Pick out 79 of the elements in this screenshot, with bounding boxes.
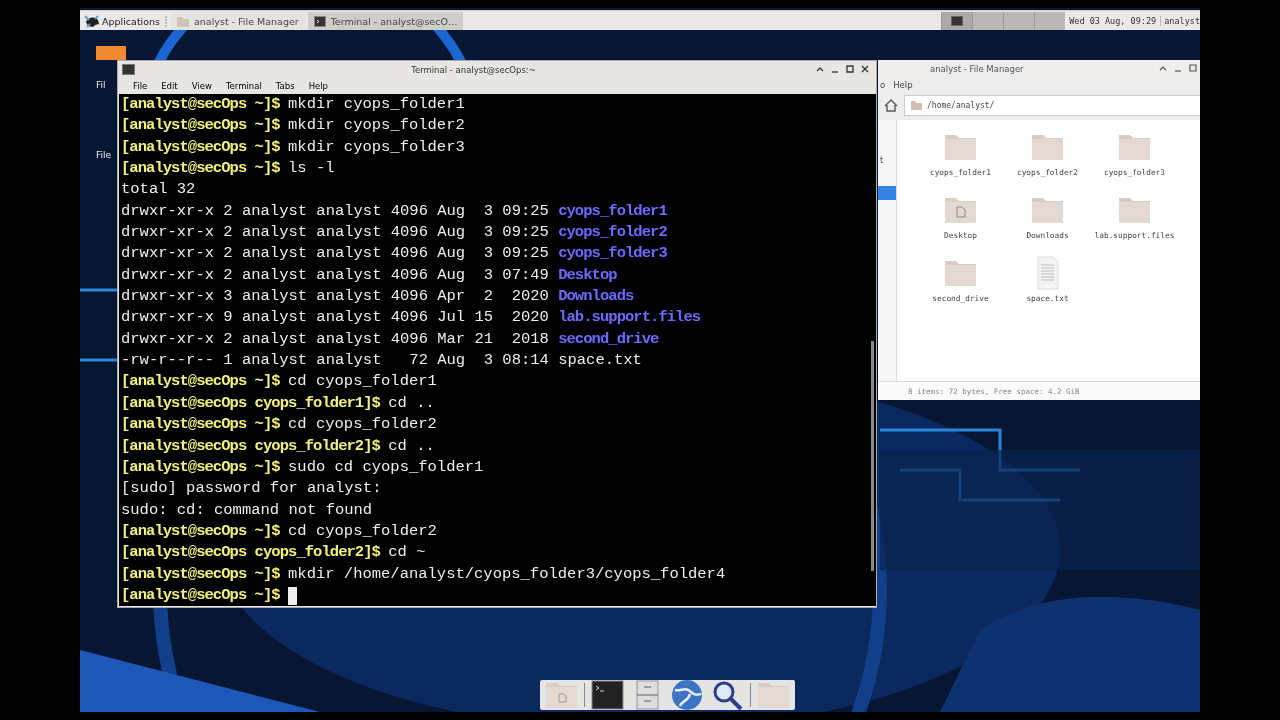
separator-handle-icon	[164, 15, 169, 27]
command-text: ls -l	[288, 158, 335, 180]
maximize-icon[interactable]	[844, 63, 855, 74]
shell-prompt: [analyst@secOps ~]$	[121, 584, 281, 606]
menu-item[interactable]: Edit	[154, 81, 185, 91]
directory-name: cyops_folder3	[558, 243, 667, 265]
output-text: drwxr-xr-x 2 analyst analyst 4096 Mar 21 2018	[121, 328, 550, 350]
menu-item[interactable]: Tabs	[268, 81, 302, 91]
maximize-icon[interactable]	[1187, 63, 1198, 73]
globe-icon[interactable]	[670, 678, 705, 712]
workspace-button[interactable]	[941, 12, 973, 30]
close-icon[interactable]	[859, 63, 870, 74]
shell-prompt: [analyst@secOps cyops_folder2]$	[121, 542, 382, 564]
terminal-icon[interactable]	[590, 678, 625, 712]
command-text: cd cyops_folder1	[288, 371, 437, 393]
home-icon[interactable]	[884, 98, 898, 112]
menu-item[interactable]: File	[126, 81, 155, 91]
directory-name: cyops_folder1	[558, 200, 667, 222]
application-icon	[96, 46, 126, 60]
output-text: drwxr-xr-x 3 analyst analyst 4096 Apr 2 2020	[121, 286, 550, 308]
menu-item[interactable]: View	[184, 81, 219, 91]
command-text: mkdir cyops_folder1	[288, 94, 465, 115]
command-text: cd ..	[388, 435, 435, 457]
taskbar-button[interactable]: analyst - File Manager	[171, 12, 305, 30]
window-title: analyst - File Manager	[930, 63, 1025, 74]
command-text: cd ..	[388, 392, 435, 414]
output-text: [sudo] password for analyst:	[121, 478, 382, 500]
location-field[interactable]: /home/analyst/	[904, 94, 1200, 116]
shell-prompt: [analyst@secOps ~]$	[121, 371, 281, 393]
desktop-icon-label[interactable]: Fil	[96, 80, 106, 90]
shell-prompt: [analyst@secOps cyops_folder2]$	[121, 435, 382, 457]
shell-prompt: [analyst@secOps ~]$	[121, 94, 281, 115]
window-title: Terminal - analyst@secOps:~	[410, 64, 537, 75]
command-text: mkdir cyops_folder2	[288, 115, 465, 137]
output-text: drwxr-xr-x 2 analyst analyst 4096 Aug 3 09:25	[121, 243, 550, 265]
taskbar-button[interactable]: Terminal - analyst@secO…	[307, 12, 464, 30]
shell-prompt: [analyst@secOps cyops_folder1]$	[121, 392, 382, 414]
menu-item[interactable]: Help	[893, 80, 913, 90]
shell-prompt: [analyst@secOps ~]$	[121, 136, 281, 158]
terminal-icon	[122, 64, 135, 75]
menu-item[interactable]: Help	[301, 81, 335, 91]
clock-text[interactable]: Wed 03 Aug, 09:29	[1065, 16, 1161, 26]
sidebar-item[interactable]: t	[878, 156, 896, 170]
folder-icon	[911, 100, 922, 110]
user-menu[interactable]: analyst	[1160, 16, 1200, 26]
output-text: drwxr-xr-x 2 analyst analyst 4096 Aug 3 09:25	[121, 200, 550, 222]
command-text: sudo cd cyops_folder1	[288, 456, 484, 478]
output-text: total 32	[121, 179, 196, 201]
shell-prompt: [analyst@secOps ~]$	[121, 158, 281, 180]
output-text: drwxr-xr-x 2 analyst analyst 4096 Aug 3 09:25	[121, 222, 550, 244]
command-text: cd ~	[388, 542, 426, 564]
command-text: mkdir cyops_folder3	[288, 136, 465, 158]
file-name: space.txt	[558, 350, 642, 372]
shell-prompt: [analyst@secOps ~]$	[121, 456, 281, 478]
terminal-icon	[951, 16, 964, 26]
desktop-icon-label[interactable]: File	[96, 150, 112, 160]
applications-menu[interactable]: Applications	[80, 11, 165, 31]
shell-prompt: [analyst@secOps ~]$	[121, 563, 281, 585]
mouse-logo-icon	[84, 14, 100, 28]
command-text: cd cyops_folder2	[288, 520, 437, 542]
scrollbar[interactable]	[871, 341, 874, 571]
menu-item[interactable]: o	[880, 80, 886, 90]
output-text: drwxr-xr-x 9 analyst analyst 4096 Jul 15 2020	[121, 307, 550, 329]
directory-name: cyops_folder2	[558, 222, 667, 244]
directory-name: Desktop	[558, 264, 617, 286]
shell-prompt: [analyst@secOps ~]$	[121, 115, 281, 137]
output-text: -rw-r--r-- 1 analyst analyst 72 Aug 3 08:14	[121, 350, 550, 372]
output-text: sudo: cd: command not found	[121, 499, 373, 521]
directory-name: second_drive	[558, 328, 659, 350]
command-text: cd cyops_folder2	[288, 414, 437, 436]
shell-prompt: [analyst@secOps ~]$	[121, 520, 281, 542]
output-text: drwxr-xr-x 2 analyst analyst 4096 Aug 3 07:49	[121, 264, 550, 286]
shell-prompt: [analyst@secOps ~]$	[121, 414, 281, 436]
command-text: mkdir /home/analyst/cyops_folder3/cyops_folder4	[288, 563, 726, 585]
folder-icon	[177, 15, 190, 27]
menu-item[interactable]: Terminal	[218, 81, 269, 91]
terminal-icon	[313, 15, 326, 27]
directory-name: Downloads	[558, 286, 634, 308]
directory-name: lab.support.files	[558, 307, 701, 329]
